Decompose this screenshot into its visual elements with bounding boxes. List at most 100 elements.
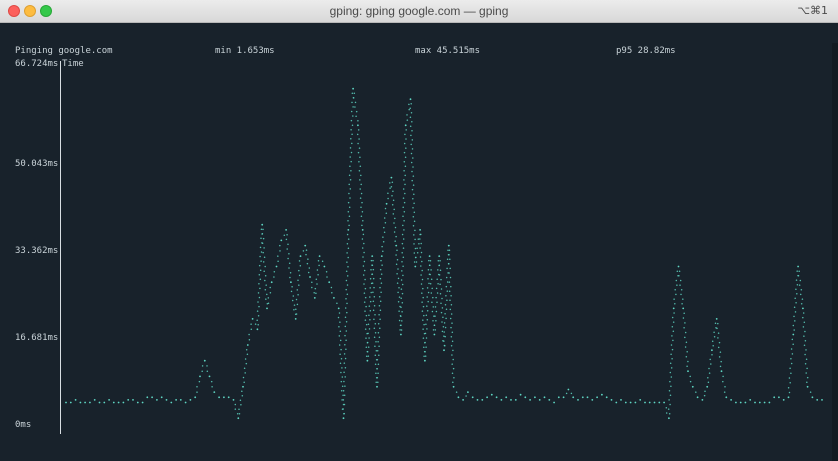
line-dot — [245, 362, 248, 365]
data-point — [424, 359, 426, 362]
window-title: gping: gping google.com — gping — [329, 4, 509, 18]
line-dot — [439, 292, 442, 295]
line-dot — [806, 381, 808, 383]
scrollbar[interactable] — [832, 43, 838, 461]
line-dot — [289, 276, 291, 279]
line-dot — [670, 367, 673, 369]
data-point — [648, 401, 651, 404]
line-dot — [262, 261, 265, 263]
window-shortcut: ⌥⌘1 — [797, 4, 828, 17]
line-dot — [350, 119, 353, 122]
line-dot — [364, 328, 367, 330]
line-dot — [345, 321, 348, 323]
line-dot — [789, 382, 791, 384]
line-dot — [449, 317, 452, 320]
line-dot — [358, 160, 360, 163]
data-point — [294, 318, 297, 320]
line-dot — [368, 337, 370, 339]
title-bar[interactable]: gping: gping google.com — gping ⌥⌘1 — [0, 0, 838, 23]
line-dot — [794, 320, 796, 322]
line-dot — [369, 296, 371, 298]
line-dot — [379, 277, 382, 280]
data-point — [615, 401, 618, 404]
line-dot — [338, 325, 340, 328]
data-point — [476, 399, 479, 401]
line-dot — [718, 341, 721, 344]
line-dot — [264, 265, 266, 268]
line-dot — [403, 170, 405, 172]
data-point — [285, 229, 287, 231]
terminal-content[interactable]: Pinging google.com min 1.653ms max 45.51… — [0, 23, 838, 461]
line-dot — [422, 296, 424, 299]
line-dot — [259, 255, 261, 258]
data-point — [189, 399, 192, 401]
line-dot — [257, 324, 259, 326]
data-point — [376, 385, 378, 388]
line-dot — [392, 190, 394, 192]
line-dot — [416, 252, 419, 254]
data-point — [557, 396, 560, 399]
line-dot — [394, 240, 396, 242]
line-dot — [289, 271, 292, 274]
line-dot — [349, 188, 352, 190]
data-point — [629, 401, 632, 404]
line-dot — [415, 256, 417, 259]
data-point — [385, 202, 388, 205]
line-dot — [348, 174, 351, 177]
line-dot — [359, 197, 362, 199]
line-dot — [244, 372, 246, 374]
line-dot — [321, 260, 324, 263]
line-dot — [396, 272, 398, 275]
data-point — [802, 307, 804, 310]
line-dot — [360, 174, 362, 177]
data-point — [567, 388, 570, 391]
line-dot — [387, 192, 389, 195]
line-dot — [259, 278, 262, 281]
line-dot — [365, 305, 367, 308]
line-dot — [411, 121, 413, 123]
line-dot — [287, 257, 289, 260]
line-dot — [397, 301, 400, 303]
line-dot — [805, 358, 808, 360]
line-dot — [401, 311, 403, 313]
data-point — [639, 399, 642, 401]
line-dot — [803, 321, 806, 323]
line-dot — [685, 341, 688, 343]
data-point — [701, 399, 704, 401]
line-dot — [411, 170, 413, 173]
line-dot — [330, 286, 333, 289]
line-dot — [341, 399, 343, 401]
line-dot — [376, 368, 378, 370]
line-dot — [346, 311, 348, 314]
line-dot — [317, 273, 319, 276]
data-point — [495, 396, 498, 399]
line-dot — [362, 274, 365, 276]
line-dot — [402, 256, 405, 258]
line-dot — [369, 300, 372, 303]
data-point — [644, 401, 646, 404]
line-dot — [403, 151, 406, 154]
line-dot — [374, 331, 377, 334]
line-dot — [201, 370, 203, 372]
line-dot — [370, 259, 373, 262]
data-point — [275, 265, 278, 268]
line-dot — [263, 256, 266, 258]
line-dot — [392, 199, 395, 202]
line-dot — [400, 329, 403, 331]
line-dot — [339, 339, 342, 342]
line-dot — [373, 295, 376, 298]
line-dot — [442, 316, 444, 319]
data-point — [749, 399, 752, 401]
line-dot — [669, 371, 672, 374]
line-dot — [298, 284, 300, 286]
line-dot — [679, 279, 682, 282]
line-dot — [419, 238, 421, 240]
line-dot — [668, 412, 671, 415]
line-dot — [350, 160, 352, 163]
line-dot — [368, 305, 371, 307]
line-dot — [346, 233, 349, 236]
line-dot — [313, 291, 315, 294]
line-dot — [259, 287, 261, 290]
line-dot — [326, 276, 328, 278]
line-dot — [379, 309, 382, 311]
